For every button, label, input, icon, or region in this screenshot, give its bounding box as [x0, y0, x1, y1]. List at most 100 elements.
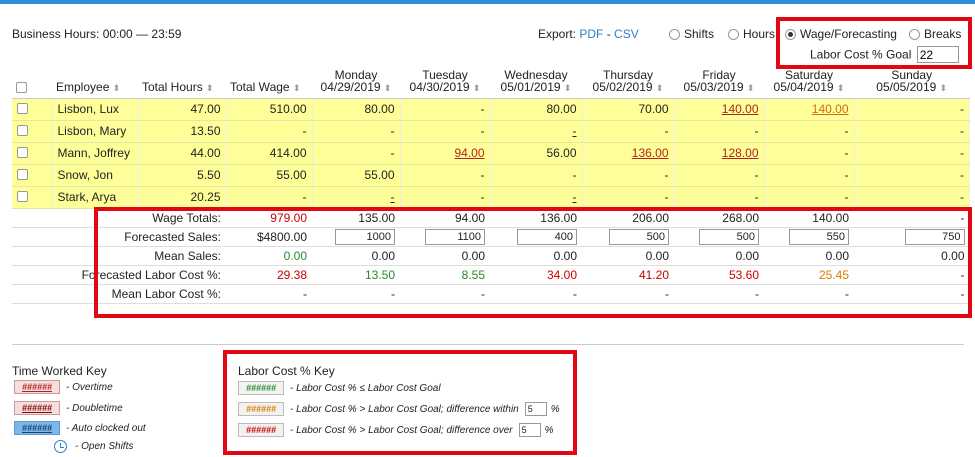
day-wage-cell[interactable]: - [764, 142, 855, 165]
day-wage-cell[interactable]: 80.00 [490, 98, 583, 121]
row-checkbox[interactable] [17, 169, 28, 180]
day-wage-cell[interactable]: 56.00 [490, 142, 583, 165]
row-checkbox[interactable] [17, 147, 28, 158]
radio-wage-circle[interactable] [785, 28, 796, 40]
total-wage-header[interactable]: Total Wage ⬍ [226, 64, 312, 99]
day-wage-cell[interactable]: - [490, 186, 583, 209]
totals-day-value: 0.00 [582, 246, 674, 266]
forecast-input[interactable]: 400 [517, 228, 577, 245]
day-wage-cell[interactable]: 140.00 [674, 98, 765, 121]
labor-cost-goal-input[interactable] [916, 46, 959, 63]
day-header-sunday[interactable]: Sunday 05/05/2019 ⬍ [854, 64, 970, 99]
forecast-input[interactable]: 500 [699, 228, 759, 245]
employee-total-wage: - [226, 120, 313, 143]
row-checkbox[interactable] [17, 103, 28, 114]
forecast-cell: 750 [854, 227, 970, 247]
day-wage-cell[interactable]: 70.00 [582, 98, 675, 121]
radio-shifts[interactable]: Shifts [669, 27, 714, 41]
day-wage-value: - [754, 190, 759, 204]
day-wage-cell[interactable]: - [764, 186, 855, 209]
clock-icon [54, 440, 67, 453]
export-pdf-link[interactable]: PDF [579, 27, 603, 41]
employee-name[interactable]: Lisbon, Lux [52, 98, 139, 121]
forecast-input[interactable]: 750 [904, 228, 965, 245]
wage-table: Employee ⬍ Total Hours ⬍ Total Wage ⬍ Mo… [12, 64, 970, 304]
day-header-thursday[interactable]: Thursday 05/02/2019 ⬍ [582, 64, 674, 99]
day-wage-cell[interactable]: 94.00 [400, 142, 491, 165]
export-separator: - [603, 27, 615, 41]
employee-name[interactable]: Lisbon, Mary [52, 120, 139, 143]
forecast-input[interactable]: 1000 [335, 228, 395, 245]
day-header-saturday[interactable]: Saturday 05/04/2019 ⬍ [764, 64, 854, 99]
select-all-checkbox[interactable] [16, 81, 27, 93]
radio-hours-circle[interactable] [728, 28, 739, 40]
radio-wage-forecasting[interactable]: Wage/Forecasting [785, 27, 897, 41]
row-checkbox-cell [12, 186, 53, 209]
day-wage-cell[interactable]: - [674, 186, 765, 209]
day-wage-value: - [754, 168, 759, 182]
total-hours-header[interactable]: Total Hours ⬍ [138, 64, 226, 99]
totals-day-value: - [854, 208, 970, 228]
forecast-input[interactable]: 550 [789, 228, 849, 245]
totals-overall-value: - [226, 284, 312, 304]
day-wage-cell[interactable]: - [582, 186, 675, 209]
day-wage-cell[interactable]: - [854, 120, 970, 143]
forecast-cell: 500 [582, 227, 674, 247]
day-header-friday[interactable]: Friday 05/03/2019 ⬍ [674, 64, 764, 99]
day-wage-cell[interactable]: 55.00 [312, 164, 401, 187]
sort-icon: ⬍ [112, 82, 121, 93]
day-wage-cell[interactable]: - [312, 186, 401, 209]
day-wage-cell[interactable]: - [674, 164, 765, 187]
employee-header[interactable]: Employee ⬍ [52, 64, 138, 99]
forecast-cell: 500 [674, 227, 764, 247]
day-header-tuesday[interactable]: Tuesday 04/30/2019 ⬍ [400, 64, 490, 99]
labor-key-over: ###### - Labor Cost % > Labor Cost Goal; … [238, 423, 554, 437]
forecast-input[interactable]: 500 [609, 228, 669, 245]
export-links: Export: PDF - CSV [538, 27, 639, 41]
forecast-input[interactable]: 1100 [425, 228, 485, 245]
day-wage-cell[interactable]: 140.00 [764, 98, 855, 121]
row-checkbox[interactable] [17, 191, 28, 202]
day-wage-cell[interactable]: - [400, 98, 491, 121]
employee-name[interactable]: Mann, Joffrey [52, 142, 139, 165]
totals-day-value: - [854, 284, 970, 304]
employee-name[interactable]: Snow, Jon [52, 164, 139, 187]
day-header-monday[interactable]: Monday 04/29/2019 ⬍ [312, 64, 400, 99]
totals-day-value: - [674, 284, 764, 304]
day-wage-cell[interactable]: - [312, 120, 401, 143]
day-wage-cell[interactable]: - [312, 142, 401, 165]
day-wage-cell[interactable]: - [582, 120, 675, 143]
day-wage-cell[interactable]: - [400, 120, 491, 143]
totals-day-value: 34.00 [490, 265, 582, 285]
day-wage-cell[interactable]: - [764, 120, 855, 143]
radio-hours[interactable]: Hours [728, 27, 775, 41]
table-header-row: Employee ⬍ Total Hours ⬍ Total Wage ⬍ Mo… [12, 64, 970, 99]
within-input[interactable]: 5 [524, 402, 547, 416]
day-header-wednesday[interactable]: Wednesday 05/01/2019 ⬍ [490, 64, 582, 99]
day-wage-value: - [664, 124, 669, 138]
labor-key-title: Labor Cost % Key [238, 364, 335, 378]
day-wage-cell[interactable]: - [854, 186, 970, 209]
day-wage-value: - [664, 190, 669, 204]
day-wage-cell[interactable]: - [854, 164, 970, 187]
day-wage-cell[interactable]: - [854, 142, 970, 165]
employee-name[interactable]: Stark, Arya [52, 186, 139, 209]
day-wage-cell[interactable]: 80.00 [312, 98, 401, 121]
day-date: 05/03/2019 [683, 79, 744, 94]
day-wage-cell[interactable]: - [490, 120, 583, 143]
radio-shifts-circle[interactable] [669, 28, 680, 40]
day-wage-cell[interactable]: 128.00 [674, 142, 765, 165]
day-wage-cell[interactable]: - [400, 186, 491, 209]
day-wage-cell[interactable]: - [764, 164, 855, 187]
day-wage-cell[interactable]: - [674, 120, 765, 143]
row-checkbox[interactable] [17, 125, 28, 136]
export-csv-link[interactable]: CSV [614, 27, 639, 41]
day-wage-cell[interactable]: - [854, 98, 970, 121]
day-wage-cell[interactable]: 136.00 [582, 142, 675, 165]
radio-breaks[interactable]: Breaks [909, 27, 961, 41]
day-wage-cell[interactable]: - [400, 164, 491, 187]
day-wage-cell[interactable]: - [582, 164, 675, 187]
radio-breaks-circle[interactable] [909, 28, 920, 40]
day-wage-cell[interactable]: - [490, 164, 583, 187]
over-input[interactable]: 5 [518, 423, 541, 437]
